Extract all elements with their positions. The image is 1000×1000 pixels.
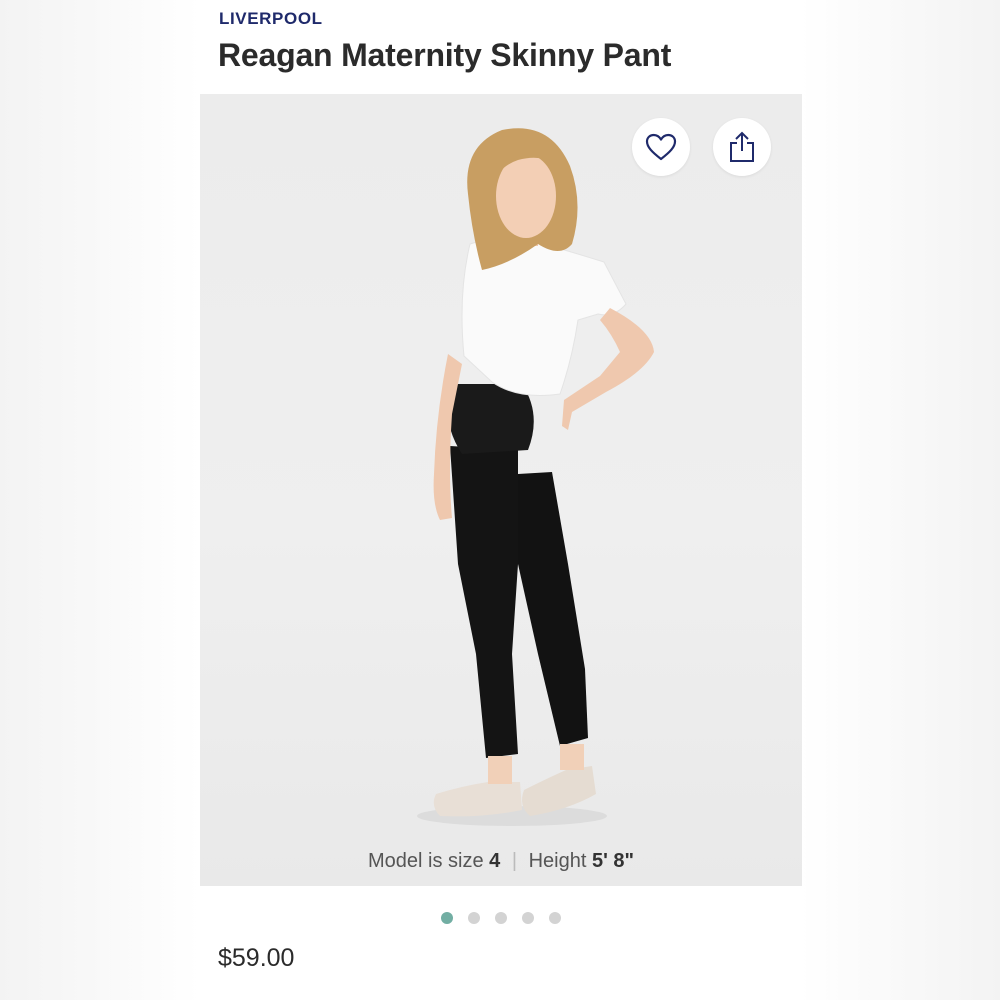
gallery-dot-5[interactable] [549, 912, 561, 924]
gallery-dot-4[interactable] [522, 912, 534, 924]
product-title: Reagan Maternity Skinny Pant [218, 37, 672, 73]
product-header: LIVERPOOL Reagan Maternity Skinny Pant [200, 0, 802, 94]
size-value: 4 [489, 850, 501, 872]
brand-name[interactable]: LIVERPOOL [219, 9, 323, 29]
gallery-pagination [200, 912, 802, 926]
right-backdrop [800, 0, 1000, 1000]
heart-outline-icon [645, 133, 677, 161]
caption-separator: | [511, 850, 518, 872]
product-image[interactable]: Model is size 4 | Height 5' 8" [200, 94, 802, 886]
product-price: $59.00 [218, 944, 295, 972]
model-size-caption: Model is size 4 | Height 5' 8" [200, 850, 802, 873]
gallery-dot-2[interactable] [468, 912, 480, 924]
favorite-button[interactable] [632, 118, 690, 176]
height-value: 5' 8" [591, 850, 635, 872]
share-button[interactable] [713, 118, 771, 176]
size-label: Model is size [367, 850, 484, 872]
product-card: LIVERPOOL Reagan Maternity Skinny Pant M… [200, 0, 802, 1000]
left-backdrop [0, 0, 200, 1000]
gallery-dot-1[interactable] [441, 912, 453, 924]
model-photo [417, 128, 654, 826]
share-upload-icon [730, 131, 754, 162]
height-label: Height [528, 850, 587, 872]
gallery-dot-3[interactable] [495, 912, 507, 924]
